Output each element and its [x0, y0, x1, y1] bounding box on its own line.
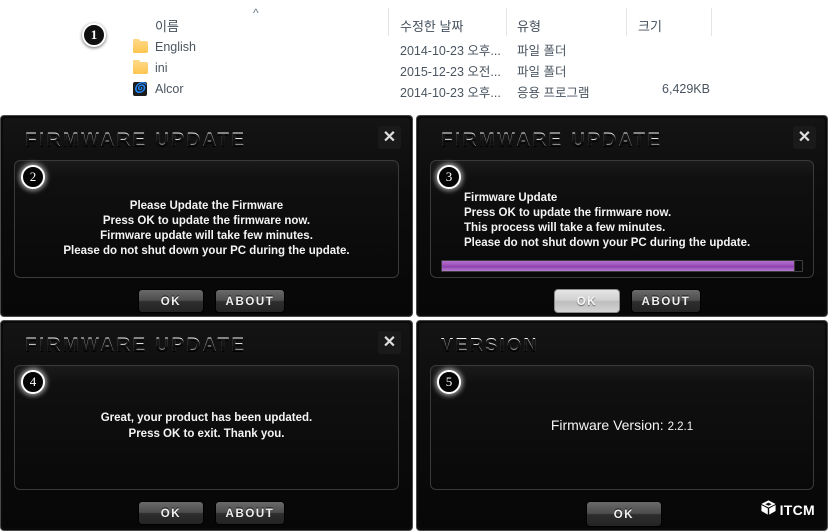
message-line: Press OK to exit. Thank you. [128, 428, 285, 440]
column-header-size[interactable]: 크기 [638, 16, 662, 35]
message-panel: 2 Please Update the Firmware Press OK to… [14, 160, 399, 278]
dialog-title: Version [441, 335, 539, 355]
firmware-update-dialog-prompt: Firmware Update ✕ 2 Please Update the Fi… [0, 115, 413, 317]
firmware-version-row: Firmware Version: 2.2.1 [431, 417, 813, 436]
message-line: Please do not shut down your PC during t… [464, 237, 751, 249]
dialog-grid: Firmware Update ✕ 2 Please Update the Fi… [0, 115, 828, 531]
file-date: 2015-12-23 오전... [400, 65, 501, 79]
callout-badge-2: 2 [21, 165, 45, 189]
file-size: 6,429KB [662, 82, 710, 96]
message-line: Press OK to update the firmware now. [102, 215, 311, 227]
ok-button[interactable]: Ok [586, 501, 662, 527]
column-divider[interactable] [711, 8, 712, 36]
callout-badge-5: 5 [437, 370, 461, 394]
file-name: ini [155, 61, 168, 75]
firmware-version-label: Firmware Version: [550, 417, 664, 433]
dialog-surface: Firmware Update ✕ 3 Firmware Update Pres… [419, 118, 825, 314]
file-name: English [155, 40, 196, 54]
update-progress-bar [441, 260, 803, 272]
close-icon[interactable]: ✕ [378, 126, 401, 149]
message-line: Firmware update will take few minutes. [100, 230, 313, 242]
file-explorer-panel: 1 이름 ^ 수정한 날짜 유형 크기 English 2014-10-23 오… [0, 0, 828, 115]
message-line: This process will take a few minutes. [464, 222, 666, 234]
firmware-update-dialog-progress: Firmware Update ✕ 3 Firmware Update Pres… [416, 115, 828, 317]
message-line: Please do not shut down your PC during t… [63, 245, 350, 257]
column-divider[interactable] [626, 8, 627, 36]
file-type: 응용 프로그램 [517, 86, 590, 100]
table-row[interactable]: 🌀 Alcor 2014-10-23 오후... 응용 프로그램 6,429KB [133, 80, 723, 101]
version-dialog: Version 5 Firmware Version: 2.2.1 Ok [416, 320, 828, 531]
itcm-logo: ITCM [760, 499, 815, 521]
progress-bar-fill [442, 261, 795, 271]
version-panel: 5 Firmware Version: 2.2.1 [430, 365, 814, 490]
file-date: 2014-10-23 오후... [400, 44, 501, 58]
file-type: 파일 폴더 [517, 65, 567, 79]
column-header-type[interactable]: 유형 [517, 16, 541, 35]
alcor-application-icon: 🌀 [133, 82, 147, 96]
file-list-header-row: 이름 ^ 수정한 날짜 유형 크기 [133, 7, 723, 38]
dialog-title: Firmware Update [25, 335, 247, 356]
dialog-title: Firmware Update [441, 130, 663, 151]
column-header-name[interactable]: 이름 [155, 16, 179, 35]
table-row[interactable]: English 2014-10-23 오후... 파일 폴더 [133, 38, 723, 59]
ok-button[interactable]: Ok [554, 289, 620, 313]
folder-icon [133, 39, 148, 53]
message-line: Firmware Update [464, 192, 558, 204]
close-icon[interactable]: ✕ [378, 331, 401, 354]
column-divider[interactable] [388, 8, 389, 36]
callout-badge-1: 1 [82, 23, 106, 47]
message-panel: 4 Great, your product has been updated. … [14, 365, 399, 490]
firmware-update-dialog-complete: Firmware Update ✕ 4 Great, your product … [0, 320, 413, 531]
about-button[interactable]: About [215, 501, 285, 525]
file-name: Alcor [155, 82, 184, 96]
callout-badge-4: 4 [21, 370, 45, 394]
about-button[interactable]: About [631, 289, 701, 313]
close-icon[interactable]: ✕ [793, 126, 816, 149]
message-panel: 3 Firmware Update Press OK to update the… [430, 160, 814, 278]
itcm-wordmark: ITCM [779, 502, 815, 518]
table-row[interactable]: ini 2015-12-23 오전... 파일 폴더 [133, 59, 723, 80]
file-list-table: 이름 ^ 수정한 날짜 유형 크기 English 2014-10-23 오후.… [133, 7, 723, 101]
dialog-surface: Firmware Update ✕ 4 Great, your product … [3, 323, 410, 528]
message-line: Press OK to update the firmware now. [464, 207, 672, 219]
callout-badge-3: 3 [437, 165, 461, 189]
firmware-version-value: 2.2.1 [667, 421, 694, 433]
folder-icon [133, 60, 148, 74]
dialog-surface: Firmware Update ✕ 2 Please Update the Fi… [3, 118, 410, 314]
panel-divider-vertical [413, 115, 416, 531]
column-divider[interactable] [506, 8, 507, 36]
message-line: Please Update the Firmware [129, 200, 284, 212]
file-type: 파일 폴더 [517, 44, 567, 58]
about-button[interactable]: About [215, 289, 285, 313]
column-header-date-modified[interactable]: 수정한 날짜 [400, 16, 463, 35]
sort-ascending-caret-icon[interactable]: ^ [253, 7, 259, 19]
dialog-title: Firmware Update [25, 130, 247, 151]
ok-button[interactable]: Ok [138, 501, 204, 525]
message-line: Great, your product has been updated. [100, 412, 313, 424]
ok-button[interactable]: Ok [138, 289, 204, 313]
cube-icon [760, 499, 777, 521]
file-date: 2014-10-23 오후... [400, 86, 501, 100]
dialog-surface: Version 5 Firmware Version: 2.2.1 Ok [419, 323, 825, 528]
